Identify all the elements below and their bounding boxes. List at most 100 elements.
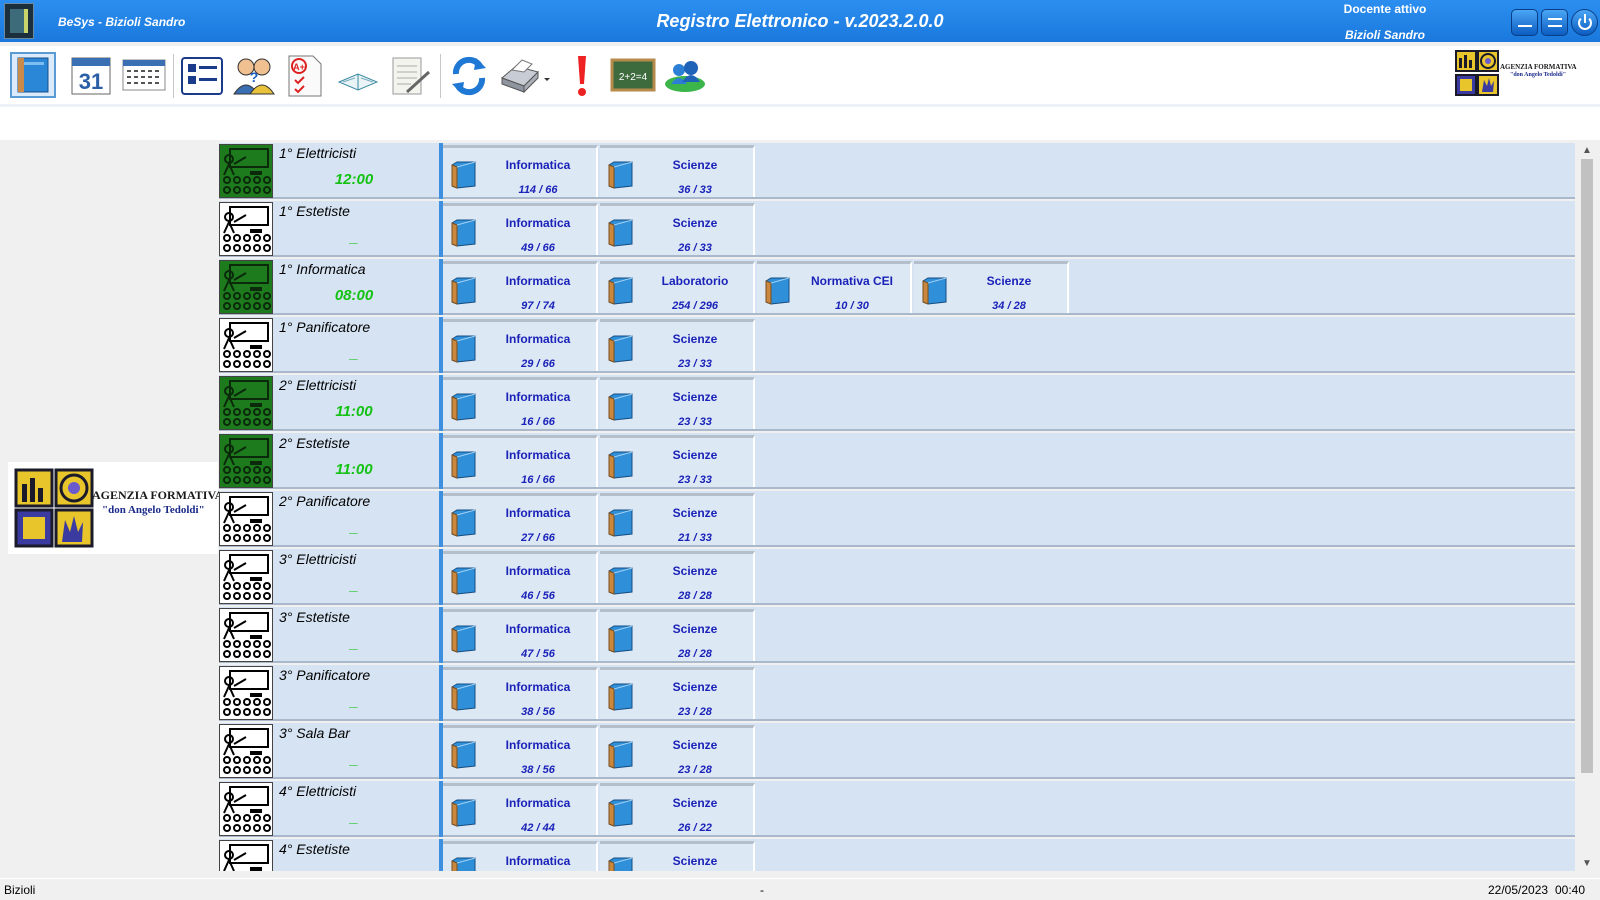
classroom-icon[interactable] — [219, 434, 273, 488]
subject-button[interactable]: Informatica 114 / 66 — [443, 145, 598, 197]
vertical-scrollbar[interactable]: ▲ ▼ — [1578, 143, 1596, 871]
blackboard-icon: 2+2=4 — [610, 58, 656, 92]
power-button[interactable] — [1571, 9, 1598, 36]
register-book-button[interactable] — [10, 52, 56, 98]
subject-button[interactable]: Informatica 16 / 66 — [443, 435, 598, 487]
subject-button[interactable]: Scienze 28 / 28 — [600, 551, 755, 603]
subject-list: Informatica 97 / 74 Laboratorio 254 / 296 No… — [439, 259, 1071, 315]
subject-hours: 46 / 56 — [521, 590, 555, 602]
class-row[interactable]: 2° Estetiste 11:00 Informatica 16 / 66 Scien… — [219, 433, 1575, 489]
subject-button[interactable]: Scienze 23 / 33 — [600, 377, 755, 429]
class-name: 1° Panificatore — [279, 319, 371, 335]
minimize-icon — [1518, 25, 1532, 27]
subject-button[interactable]: Scienze 36 / 33 — [600, 145, 755, 197]
subject-button[interactable]: Informatica 27 / 66 — [443, 493, 598, 545]
subject-list: Informatica 49 / 66 Scienze 26 / 33 — [439, 201, 757, 257]
class-row[interactable]: 2° Panificatore _ Informatica 27 / 66 Scienz… — [219, 491, 1575, 547]
class-row[interactable]: 4° Estetiste Informatica Scienze — [219, 839, 1575, 871]
classroom-icon[interactable] — [219, 202, 273, 256]
classroom-icon[interactable] — [219, 782, 273, 836]
classroom-icon[interactable] — [219, 666, 273, 720]
class-row[interactable]: 1° Informatica 08:00 Informatica 97 / 74 Lab… — [219, 259, 1575, 315]
subject-name: Informatica — [505, 854, 571, 868]
class-row[interactable]: 1° Panificatore _ Informatica 29 / 66 Scienz… — [219, 317, 1575, 373]
refresh-button[interactable] — [446, 52, 492, 98]
subject-name: Laboratorio — [661, 274, 729, 288]
scroll-thumb[interactable] — [1581, 159, 1593, 773]
class-row[interactable]: 3° Estetiste _ Informatica 47 / 56 Scienze 28… — [219, 607, 1575, 663]
class-time: 12:00 — [334, 171, 374, 188]
classroom-icon[interactable] — [219, 724, 273, 778]
subject-button[interactable]: Informatica 97 / 74 — [443, 261, 598, 313]
restore-button[interactable] — [1541, 9, 1568, 36]
book-icon — [451, 625, 476, 653]
subject-button[interactable]: Informatica 38 / 56 — [443, 725, 598, 777]
subject-button[interactable]: Informatica — [443, 841, 598, 871]
subject-button[interactable]: Scienze 26 / 33 — [600, 203, 755, 255]
scroll-up-arrow-icon[interactable]: ▲ — [1582, 145, 1592, 156]
classroom-icon[interactable] — [219, 144, 273, 198]
subject-button[interactable]: Informatica 29 / 66 — [443, 319, 598, 371]
subject-button[interactable]: Informatica 46 / 56 — [443, 551, 598, 603]
subject-button[interactable]: Normativa CEI 10 / 30 — [757, 261, 912, 313]
subject-button[interactable]: Informatica 38 / 56 — [443, 667, 598, 719]
calendar-button[interactable]: 31 — [68, 52, 114, 98]
classroom-icon[interactable] — [219, 840, 273, 871]
scroll-down-arrow-icon[interactable]: ▼ — [1582, 858, 1592, 869]
subject-button[interactable]: Informatica 47 / 56 — [443, 609, 598, 661]
reading-button[interactable] — [335, 52, 381, 98]
book-icon — [608, 567, 633, 595]
classroom-icon[interactable] — [219, 376, 273, 430]
blackboard-button[interactable]: 2+2=4 — [610, 52, 656, 98]
restore-icon — [1548, 18, 1562, 20]
students-help-button[interactable]: ? — [231, 52, 277, 98]
subject-button[interactable]: Scienze 23 / 33 — [600, 319, 755, 371]
class-list-button[interactable] — [179, 52, 225, 98]
subject-hours: 36 / 33 — [678, 184, 712, 196]
book-icon — [608, 683, 633, 711]
class-row[interactable]: 1° Elettricisti 12:00 Informatica 114 / 66 S… — [219, 143, 1575, 199]
class-name: 4° Elettricisti — [279, 783, 357, 799]
subject-name: Scienze — [672, 390, 718, 404]
subject-button[interactable]: Scienze 26 / 22 — [600, 783, 755, 835]
subject-button[interactable]: Laboratorio 254 / 296 — [600, 261, 755, 313]
subject-button[interactable]: Scienze 21 / 33 — [600, 493, 755, 545]
print-button[interactable] — [498, 52, 550, 98]
subject-button[interactable]: Scienze 28 / 28 — [600, 609, 755, 661]
subject-button[interactable]: Scienze 23 / 28 — [600, 667, 755, 719]
subject-button[interactable]: Informatica 42 / 44 — [443, 783, 598, 835]
class-time: _ — [349, 751, 359, 768]
book-icon — [608, 277, 633, 305]
classroom-icon[interactable] — [219, 550, 273, 604]
users-sync-button[interactable] — [662, 52, 708, 98]
subject-button[interactable]: Informatica 49 / 66 — [443, 203, 598, 255]
class-row[interactable]: 3° Elettricisti _ Informatica 46 / 56 Scienz… — [219, 549, 1575, 605]
timetable-button[interactable] — [121, 52, 167, 98]
subject-button[interactable]: Scienze 23 / 33 — [600, 435, 755, 487]
class-list-icon — [181, 57, 223, 95]
grades-button[interactable]: A+ — [283, 52, 329, 98]
minimize-button[interactable] — [1511, 9, 1538, 36]
subject-button[interactable]: Scienze 34 / 28 — [914, 261, 1069, 313]
class-row[interactable]: 4° Elettricisti _ Informatica 42 / 44 Scienz… — [219, 781, 1575, 837]
classroom-icon[interactable] — [219, 318, 273, 372]
notes-button[interactable] — [387, 52, 433, 98]
class-row[interactable]: 3° Panificatore _ Informatica 38 / 56 Scienz… — [219, 665, 1575, 721]
classroom-icon[interactable] — [219, 608, 273, 662]
classroom-icon[interactable] — [219, 492, 273, 546]
subject-button[interactable]: Scienze — [600, 841, 755, 871]
subject-hours: 47 / 56 — [521, 648, 555, 660]
alert-button[interactable] — [560, 52, 606, 98]
subject-button[interactable]: Informatica 16 / 66 — [443, 377, 598, 429]
open-book-icon — [337, 73, 379, 91]
subject-button[interactable]: Scienze 23 / 28 — [600, 725, 755, 777]
classroom-icon[interactable] — [219, 260, 273, 314]
active-teacher-name[interactable]: Bizioli Sandro — [1300, 28, 1470, 42]
class-time: _ — [349, 635, 359, 652]
class-row[interactable]: 1° Estetiste _ Informatica 49 / 66 Scienze 26… — [219, 201, 1575, 257]
class-row[interactable]: 2° Elettricisti 11:00 Informatica 16 / 66 Sc… — [219, 375, 1575, 431]
class-row[interactable]: 3° Sala Bar _ Informatica 38 / 56 Scienze 23 … — [219, 723, 1575, 779]
subject-list: Informatica 16 / 66 Scienze 23 / 33 — [439, 433, 757, 489]
agency-logo-line2: "don Angelo Tedoldi" — [102, 504, 205, 516]
status-bar: Bizioli - 22/05/2023 00:40 — [0, 878, 1600, 900]
